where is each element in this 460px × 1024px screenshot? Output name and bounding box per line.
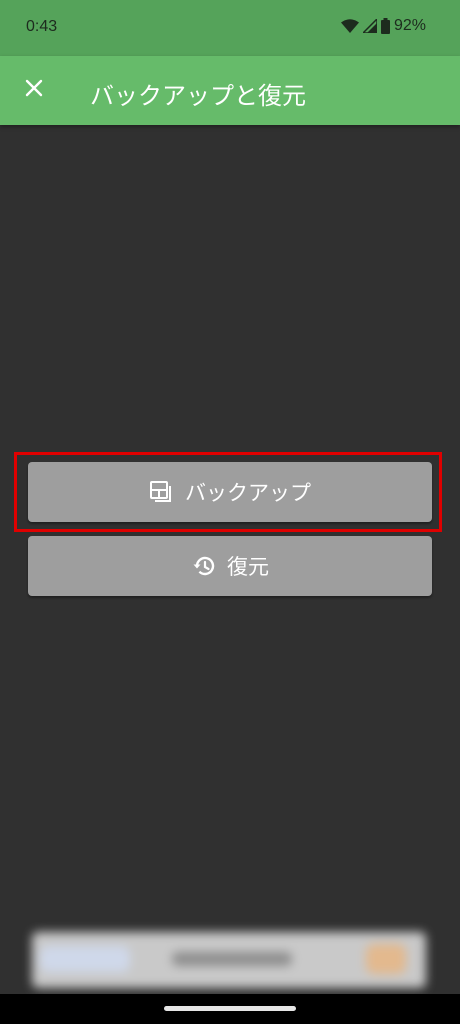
backup-icon bbox=[149, 480, 173, 504]
battery-icon bbox=[380, 18, 390, 34]
ad-banner[interactable] bbox=[32, 932, 426, 988]
signal-icon bbox=[362, 19, 377, 33]
battery-percent: 92% bbox=[393, 17, 426, 34]
restore-label: 復元 bbox=[227, 555, 269, 579]
restore-button[interactable]: 復元 bbox=[28, 536, 432, 596]
status-bar: 0:43 92% bbox=[0, 0, 460, 56]
close-icon bbox=[25, 79, 43, 101]
app-bar: バックアップと復元 bbox=[0, 56, 460, 125]
backup-label: バックアップ bbox=[185, 481, 311, 505]
backup-button[interactable]: バックアップ bbox=[28, 462, 432, 522]
status-time: 0:43 bbox=[26, 18, 58, 35]
close-button[interactable] bbox=[14, 70, 54, 110]
history-icon bbox=[191, 554, 215, 578]
wifi-icon bbox=[340, 19, 359, 33]
page-title: バックアップと復元 bbox=[90, 82, 306, 110]
status-icons: 92% bbox=[340, 17, 426, 35]
home-gesture-handle[interactable] bbox=[164, 1006, 296, 1011]
navigation-bar bbox=[0, 994, 460, 1024]
